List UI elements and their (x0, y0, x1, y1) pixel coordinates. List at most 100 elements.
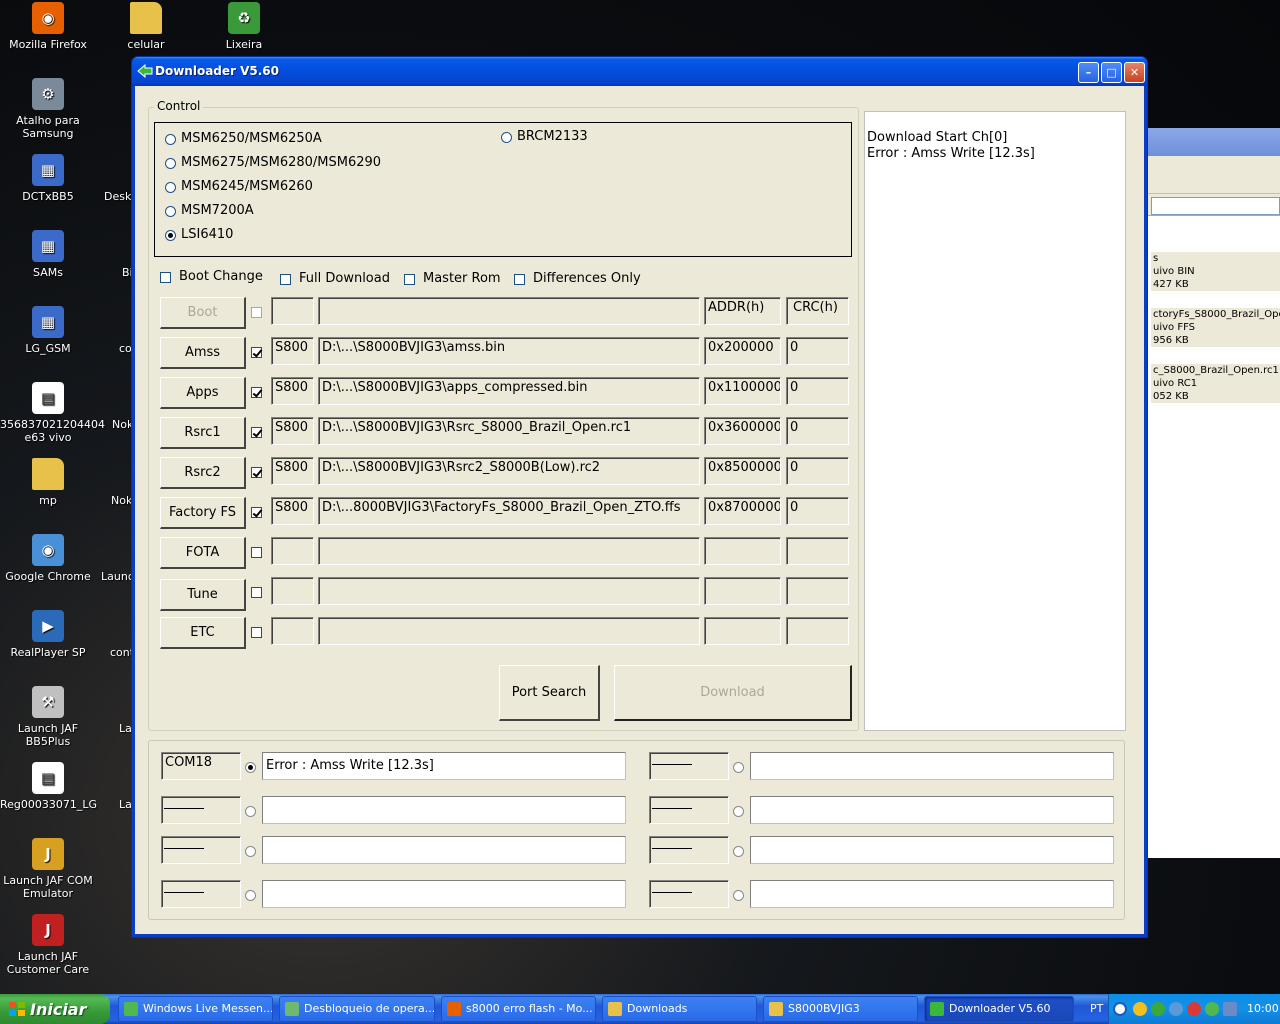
taskbar-button[interactable]: Downloader V5.60 (924, 996, 1074, 1022)
desktop-icon[interactable]: ◉ Mozilla Firefox (0, 2, 96, 51)
option-checkbox[interactable] (280, 274, 291, 285)
partition-checkbox[interactable] (251, 627, 262, 638)
chipset-radio[interactable] (165, 230, 176, 241)
volume-icon[interactable] (1169, 1002, 1183, 1016)
partition-checkbox[interactable] (251, 587, 262, 598)
taskbar-button[interactable]: Desbloqueio de opera... (279, 996, 435, 1022)
partition-checkbox[interactable] (251, 387, 262, 398)
collapse-tray-icon[interactable] (1113, 1002, 1127, 1016)
partition-button[interactable]: Boot (160, 297, 246, 329)
file-path-field[interactable]: D:\...\S8000BVJIG3\Rsrc_S8000_Brazil_Ope… (318, 417, 700, 445)
file-item[interactable]: c_S8000_Brazil_Open.rc1 uivo RC1 052 KB (1151, 364, 1280, 403)
display-icon[interactable] (1223, 1002, 1237, 1016)
file-path-field[interactable] (318, 577, 700, 605)
clock[interactable]: 10:00 (1247, 1002, 1279, 1015)
model-field (271, 577, 314, 605)
taskbar-button[interactable]: Downloads (602, 996, 757, 1022)
partition-button[interactable]: Factory FS (160, 497, 246, 529)
security-alert-icon[interactable] (1187, 1002, 1201, 1016)
chipset-radio[interactable] (165, 158, 176, 169)
desktop-icon[interactable]: mp (0, 458, 96, 507)
file-path-field[interactable]: D:\...8000BVJIG3\FactoryFs_S8000_Brazil_… (318, 497, 700, 525)
partition-checkbox[interactable] (251, 507, 262, 518)
desktop-icon[interactable]: ⚙ Atalho para Samsung (0, 78, 96, 140)
partition-button[interactable]: ETC (160, 617, 246, 649)
option-checkbox[interactable] (404, 274, 415, 285)
file-item[interactable]: s uivo BIN 427 KB (1151, 252, 1280, 291)
option-checkbox[interactable] (514, 274, 525, 285)
addr-field[interactable] (704, 577, 781, 605)
download-button[interactable]: Download (614, 665, 852, 721)
desktop-icon[interactable]: ▦ DCTxBB5 (0, 154, 96, 203)
desktop-icon[interactable]: ◉ Google Chrome (0, 534, 96, 583)
partition-checkbox[interactable] (251, 547, 262, 558)
desktop-icon[interactable]: J Launch JAF COM Emulator (0, 838, 96, 900)
addr-field[interactable]: 0x8500000 (704, 457, 781, 485)
taskbar-button[interactable]: Windows Live Messen... (118, 996, 273, 1022)
minimize-button[interactable]: – (1078, 62, 1099, 83)
background-explorer-window[interactable]: s uivo BIN 427 KB ctoryFs_S8000_Brazil_Ope.… (1146, 128, 1280, 858)
partition-button[interactable]: Rsrc2 (160, 457, 246, 489)
port-radio[interactable] (733, 890, 744, 901)
port-radio[interactable] (733, 762, 744, 773)
chipset-radio[interactable] (501, 132, 512, 143)
file-path-field[interactable] (318, 297, 700, 325)
desktop-icon[interactable]: ▤ Reg00033071_LG (0, 762, 97, 811)
network-icon[interactable] (1151, 1002, 1165, 1016)
desktop-icon-label: La (119, 722, 132, 735)
port-search-button[interactable]: Port Search (499, 665, 600, 721)
partition-checkbox[interactable] (251, 347, 262, 358)
maximize-button[interactable]: □ (1101, 62, 1122, 83)
chipset-label: LSI6410 (181, 227, 234, 242)
language-indicator[interactable]: PT (1090, 1002, 1103, 1015)
port-radio[interactable] (245, 762, 256, 773)
desktop-icon[interactable]: ▤ 356837021204404 e63 vivo (0, 382, 105, 444)
file-path-field[interactable] (318, 537, 700, 565)
port-radio[interactable] (245, 890, 256, 901)
desktop-icon[interactable]: ♻ Lixeira (196, 2, 292, 51)
taskbar-button[interactable]: S8000BVJIG3 (763, 996, 918, 1022)
addr-field[interactable]: 0x200000 (704, 337, 781, 365)
file-path-field[interactable] (318, 617, 700, 645)
window-client-area: Control MSM6250/MSM6250A MSM6275/MSM6280/… (135, 86, 1144, 934)
chipset-radio[interactable] (165, 134, 176, 145)
messenger-icon[interactable] (1205, 1002, 1219, 1016)
file-item[interactable]: ctoryFs_S8000_Brazil_Ope...uivo FFS 956 K… (1151, 308, 1280, 347)
desktop-icon[interactable]: J Launch JAF Customer Care (0, 914, 96, 976)
option-checkbox[interactable] (160, 272, 171, 283)
addr-field[interactable] (704, 537, 781, 565)
window-titlebar[interactable]: Downloader V5.60 – □ ✕ (132, 57, 1147, 86)
partition-button[interactable]: Amss (160, 337, 246, 369)
computer-icon: ▦ (32, 154, 64, 186)
partition-checkbox[interactable] (251, 307, 262, 318)
addr-field[interactable]: 0x3600000 (704, 417, 781, 445)
chipset-radio[interactable] (165, 182, 176, 193)
addr-field[interactable] (704, 617, 781, 645)
desktop-icon[interactable]: ▶ RealPlayer SP (0, 610, 96, 659)
taskbar-button[interactable]: s8000 erro flash - Mo... (441, 996, 596, 1022)
port-placeholder-line (164, 808, 204, 809)
port-radio[interactable] (733, 806, 744, 817)
port-radio[interactable] (733, 846, 744, 857)
partition-button[interactable]: Tune (160, 579, 246, 611)
file-path-field[interactable]: D:\...\S8000BVJIG3\apps_compressed.bin (318, 377, 700, 405)
partition-checkbox[interactable] (251, 427, 262, 438)
partition-checkbox[interactable] (251, 467, 262, 478)
port-radio[interactable] (245, 806, 256, 817)
desktop-icon[interactable]: ⚒ Launch JAF BB5Plus (0, 686, 96, 748)
addr-field[interactable]: 0x8700000 (704, 497, 781, 525)
partition-button[interactable]: Apps (160, 377, 246, 409)
chipset-radio[interactable] (165, 206, 176, 217)
partition-button[interactable]: Rsrc1 (160, 417, 246, 449)
shield-icon[interactable] (1133, 1002, 1147, 1016)
file-path-field[interactable]: D:\...\S8000BVJIG3\amss.bin (318, 337, 700, 365)
addr-field[interactable]: 0x1100000 (704, 377, 781, 405)
start-button[interactable]: Iniciar (0, 994, 110, 1024)
desktop-icon[interactable]: ▦ LG_GSM (0, 306, 96, 355)
file-path-field[interactable]: D:\...\S8000BVJIG3\Rsrc2_S8000B(Low).rc2 (318, 457, 700, 485)
close-button[interactable]: ✕ (1124, 62, 1145, 83)
partition-button[interactable]: FOTA (160, 537, 246, 569)
port-radio[interactable] (245, 846, 256, 857)
desktop-icon[interactable]: ▦ SAMs (0, 230, 96, 279)
desktop-icon[interactable]: celular (98, 2, 194, 51)
